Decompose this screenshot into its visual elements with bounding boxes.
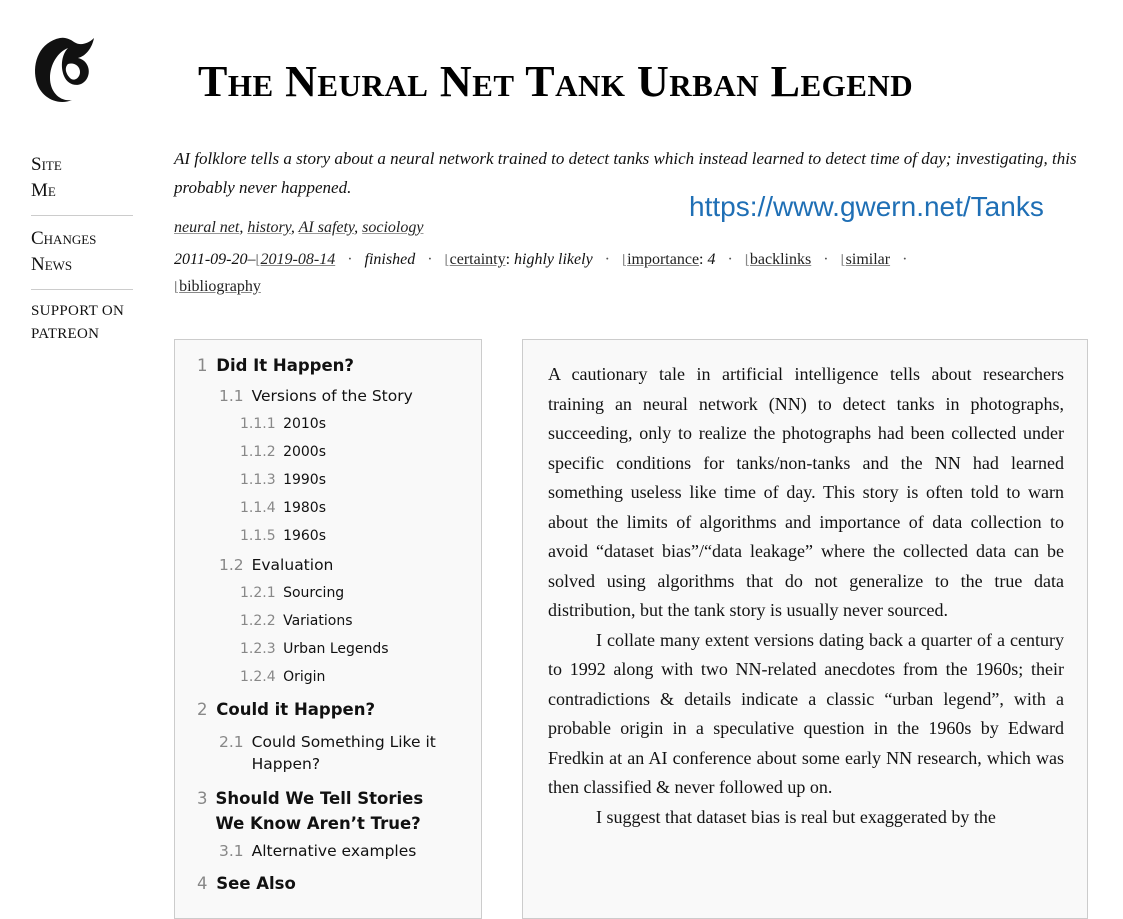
separator-dot: · bbox=[727, 251, 733, 268]
importance-link[interactable]: importance bbox=[627, 251, 699, 268]
logo-icon bbox=[35, 37, 94, 102]
tag-list: neural net, history, AI safety, sociolog… bbox=[174, 219, 424, 236]
toc-item[interactable]: 1.1 Versions of the Story bbox=[219, 387, 449, 405]
backlinks-link[interactable]: backlinks bbox=[750, 251, 811, 268]
nav-changes-link[interactable]: Changes bbox=[31, 226, 133, 252]
toc-item[interactable]: 1.2 Evaluation bbox=[219, 556, 449, 574]
separator-dot: · bbox=[902, 251, 908, 268]
separator-dot: · bbox=[823, 251, 829, 268]
page-title: The Neural Net Tank Urban Legend bbox=[198, 57, 914, 106]
nav-patreon-link[interactable]: Support on Patreon bbox=[31, 300, 133, 346]
modified-date-link[interactable]: 2019-08-14 bbox=[261, 251, 336, 268]
separator-dot: · bbox=[427, 251, 433, 268]
toc-item[interactable]: 1.1.1 2010s bbox=[240, 416, 326, 432]
site-logo[interactable] bbox=[30, 30, 100, 110]
page-metadata: 2011-09-20–⌊2019-08-14 · finished · ⌊cer… bbox=[174, 251, 908, 295]
nav-divider bbox=[31, 215, 133, 216]
created-date: 2011-09-20 bbox=[174, 251, 248, 268]
abstract-paragraph: A cautionary tale in artificial intellig… bbox=[548, 364, 1064, 620]
abstract-body: A cautionary tale in artificial intellig… bbox=[548, 360, 1064, 832]
toc-item[interactable]: 4 See Also bbox=[197, 874, 296, 893]
abstract-paragraph: I collate many extent versions dating ba… bbox=[548, 629, 1064, 798]
site-nav: Site Me Changes News Support on Patreon bbox=[31, 152, 133, 346]
toc-item[interactable]: 3 Should We Tell Stories We Know Aren’t T… bbox=[197, 786, 447, 836]
toc-item[interactable]: 3.1 Alternative examples bbox=[219, 842, 449, 860]
separator-dot: · bbox=[347, 251, 353, 268]
bibliography-link[interactable]: bibliography bbox=[179, 278, 261, 295]
toc-item[interactable]: 2.1 Could Something Like it Happen? bbox=[219, 731, 449, 775]
abstract-paragraph: I suggest that dataset bias is real but … bbox=[596, 806, 996, 827]
toc-item[interactable]: 1.1.5 1960s bbox=[240, 528, 326, 544]
toc-item[interactable]: 1.2.4 Origin bbox=[240, 669, 325, 685]
tag-link[interactable]: AI safety bbox=[299, 219, 355, 236]
certainty-link[interactable]: certainty bbox=[450, 251, 506, 268]
tag-link[interactable]: neural net bbox=[174, 219, 239, 236]
status-text: finished bbox=[364, 251, 416, 268]
nav-me-link[interactable]: Me bbox=[31, 178, 133, 204]
toc-item[interactable]: 2 Could it Happen? bbox=[197, 700, 375, 719]
toc-item[interactable]: 1.2.3 Urban Legends bbox=[240, 641, 389, 657]
toc-item[interactable]: 1.1.2 2000s bbox=[240, 444, 326, 460]
toc-item[interactable]: 1.2.1 Sourcing bbox=[240, 585, 344, 601]
nav-site-link[interactable]: Site bbox=[31, 152, 133, 178]
nav-news-link[interactable]: News bbox=[31, 252, 133, 278]
toc-item[interactable]: 1 Did It Happen? bbox=[197, 356, 354, 375]
similar-link[interactable]: similar bbox=[846, 251, 890, 268]
certainty-value: highly likely bbox=[514, 251, 593, 268]
importance-value: 4 bbox=[707, 251, 716, 268]
tag-link[interactable]: history bbox=[247, 219, 291, 236]
tag-link[interactable]: sociology bbox=[362, 219, 423, 236]
toc-item[interactable]: 1.2.2 Variations bbox=[240, 613, 352, 629]
nav-divider bbox=[31, 289, 133, 290]
article-abstract: A cautionary tale in artificial intellig… bbox=[522, 339, 1088, 919]
separator-dot: · bbox=[604, 251, 610, 268]
page-url-overlay: https://www.gwern.net/Tanks bbox=[689, 191, 1044, 222]
table-of-contents: 1 Did It Happen? 1.1 Versions of the Sto… bbox=[174, 339, 482, 919]
toc-item[interactable]: 1.1.3 1990s bbox=[240, 472, 326, 488]
toc-item[interactable]: 1.1.4 1980s bbox=[240, 500, 326, 516]
